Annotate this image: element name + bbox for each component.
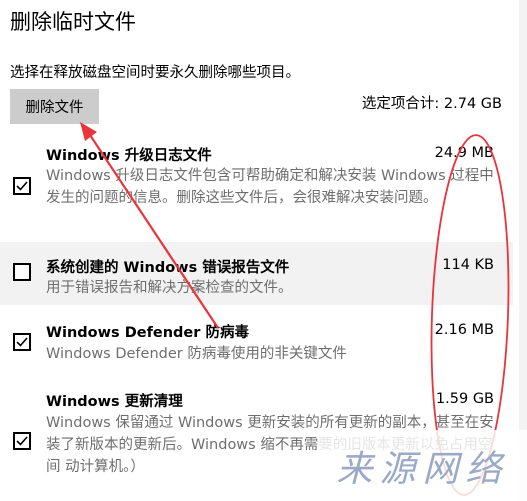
list-item[interactable]: 系统创建的 Windows 错误报告文件 114 KB 用于错误报告和解决方案检… [0,242,513,305]
watermark: 来源网络 [318,430,527,501]
item-name: 系统创建的 Windows 错误报告文件 [46,260,290,276]
page-title: 删除临时文件 [10,10,136,34]
item-name: Windows 升级日志文件 [46,148,212,164]
page-description: 选择在释放磁盘空间时要永久删除哪些项目。 [10,65,300,81]
selected-total: 选定项合计: 2.74 GB [361,96,502,112]
list-item[interactable]: Windows Defender 防病毒 2.16 MB Windows Def… [0,315,513,375]
item-size: 1.59 GB [435,391,494,407]
item-description: Windows 升级日志文件包含可帮助确定和解决安装 Windows 过程中发生… [46,168,494,206]
item-description: 用于错误报告和解决方案检查的文件。 [46,280,293,296]
item-name: Windows 更新清理 [46,394,183,410]
checkbox[interactable] [13,432,31,450]
checkmark-icon [16,337,28,347]
item-size: 24.9 MB [434,145,494,161]
item-size: 114 KB [442,257,494,273]
item-name: Windows Defender 防病毒 [46,325,249,341]
item-description: Windows Defender 防病毒使用的非关键文件 [46,346,347,362]
scrollbar[interactable] [519,0,527,501]
delete-files-button[interactable]: 删除文件 [10,89,99,124]
list-item[interactable]: Windows 升级日志文件 24.9 MB Windows 升级日志文件包含可… [0,135,513,236]
item-size: 2.16 MB [434,322,494,338]
checkbox[interactable] [13,263,31,281]
checkbox[interactable] [13,333,31,351]
checkmark-icon [16,181,28,191]
checkmark-icon [16,436,28,446]
checkbox[interactable] [13,177,31,195]
